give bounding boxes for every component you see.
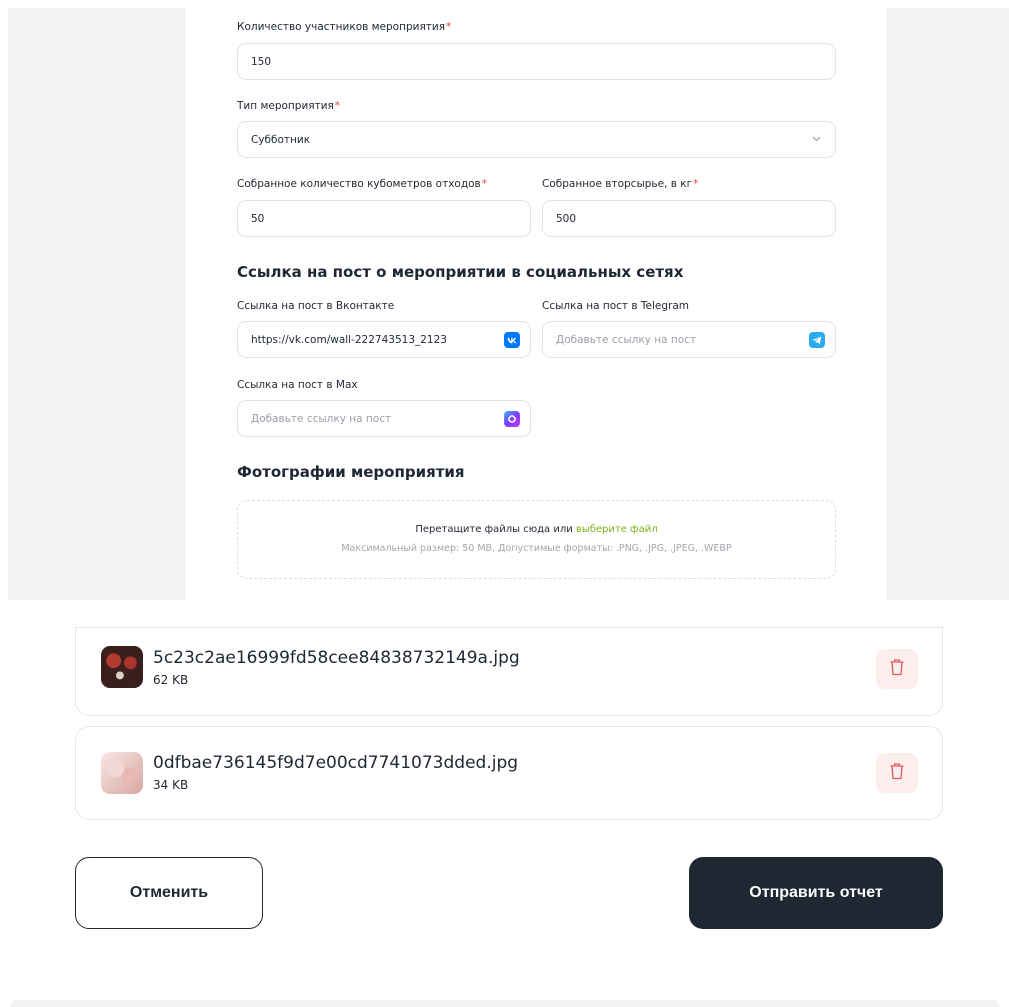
file-name: 5c23c2ae16999fd58cee84838732149a.jpg: [153, 648, 520, 668]
dropzone-text: Перетащите файлы сюда или выберите файл: [415, 524, 658, 535]
file-thumbnail: [101, 752, 143, 794]
vk-field[interactable]: [237, 321, 531, 358]
telegram-input[interactable]: [556, 333, 796, 346]
chevron-down-icon: [812, 135, 821, 145]
event-type-select[interactable]: Субботник: [237, 121, 836, 158]
file-thumbnail: [101, 646, 143, 688]
cancel-button[interactable]: Отменить: [75, 857, 263, 929]
recyclables-input[interactable]: [556, 212, 822, 225]
vk-input[interactable]: [251, 333, 491, 346]
telegram-field[interactable]: [542, 321, 836, 358]
max-label: Ссылка на пост в Max: [237, 379, 358, 391]
participants-field[interactable]: [237, 43, 836, 80]
recyclables-label: Собранное вторсырье, в кг*: [542, 178, 699, 190]
participants-input[interactable]: [251, 55, 822, 68]
file-name: 0dfbae736145f9d7e00cd7741073dded.jpg: [153, 753, 519, 773]
participants-label: Количество участников мероприятия*: [237, 21, 452, 33]
vk-label: Ссылка на пост в Вконтакте: [237, 300, 395, 312]
file-item: 0dfbae736145f9d7e00cd7741073dded.jpg 34 …: [75, 726, 943, 820]
waste-volume-input[interactable]: [251, 212, 517, 225]
trash-icon: [889, 658, 905, 680]
event-type-value: Субботник: [251, 133, 311, 146]
photos-heading: Фотографии мероприятия: [237, 463, 465, 481]
dropzone-hint: Максимальный размер: 50 MB, Допустимые ф…: [341, 543, 732, 554]
recyclables-field[interactable]: [542, 200, 836, 237]
report-form: Количество участников мероприятия* Тип м…: [186, 8, 886, 600]
form-background: Количество участников мероприятия* Тип м…: [8, 8, 1009, 600]
event-type-label: Тип мероприятия*: [237, 100, 341, 112]
telegram-label: Ссылка на пост в Telegram: [542, 300, 690, 312]
choose-file-link[interactable]: выберите файл: [576, 524, 658, 535]
delete-file-button[interactable]: [876, 649, 918, 689]
waste-volume-label: Собранное количество кубометров отходов*: [237, 178, 487, 190]
social-heading: Ссылка на пост о мероприятии в социальны…: [237, 263, 684, 281]
telegram-icon: [809, 332, 825, 348]
waste-volume-field[interactable]: [237, 200, 531, 237]
max-input[interactable]: [251, 412, 491, 425]
vk-icon: [504, 332, 520, 348]
submit-report-button[interactable]: Отправить отчет: [689, 857, 943, 929]
file-size: 62 KB: [153, 673, 189, 687]
modal-bottom-edge: [10, 1000, 999, 1007]
max-field[interactable]: [237, 400, 531, 437]
file-dropzone[interactable]: Перетащите файлы сюда или выберите файл …: [237, 500, 836, 579]
max-icon: [504, 411, 520, 427]
trash-icon: [889, 762, 905, 784]
file-size: 34 KB: [153, 778, 189, 792]
file-item: 5c23c2ae16999fd58cee84838732149a.jpg 62 …: [75, 627, 943, 716]
delete-file-button[interactable]: [876, 753, 918, 793]
